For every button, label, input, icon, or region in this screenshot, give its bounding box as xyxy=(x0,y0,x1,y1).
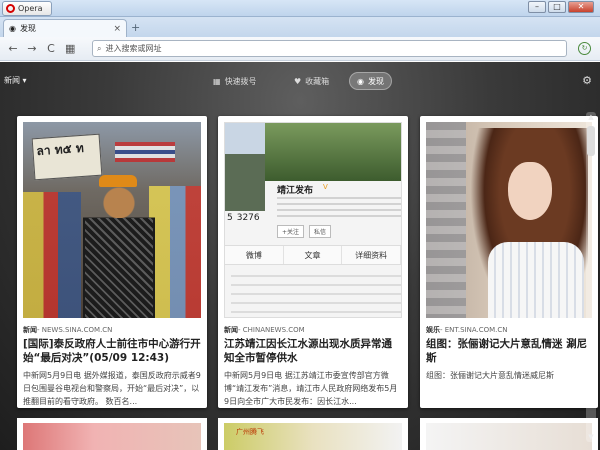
category-label: 新闻 xyxy=(4,76,20,85)
card-category: 新闻 xyxy=(224,326,238,334)
scroll-up-icon[interactable]: ▲ xyxy=(586,112,596,122)
news-photo xyxy=(426,423,592,450)
tab-bar: ◉ 发现 × + xyxy=(0,17,600,37)
card-source: 娱乐- ENT.SINA.COM.CN xyxy=(426,325,592,335)
news-card-partial[interactable] xyxy=(420,418,598,450)
page-scrollbar[interactable]: ▲ ▼ xyxy=(586,112,596,442)
category-dropdown[interactable]: 新闻 ▾ xyxy=(4,75,27,86)
thai-flag xyxy=(115,142,175,162)
heart-icon: ♥ xyxy=(294,76,302,86)
discover-label: 发现 xyxy=(367,76,384,86)
speed-dial-label: 快速拨号 xyxy=(224,76,257,86)
weibo-tab: 文章 xyxy=(284,246,343,264)
navigation-toolbar: ← → C ▦ ⌕ ↻ xyxy=(0,37,600,61)
window-controls: – □ ✕ xyxy=(528,1,594,13)
app-name: Opera xyxy=(18,4,43,13)
maximize-button[interactable]: □ xyxy=(548,1,566,13)
weibo-avatar xyxy=(225,123,265,211)
news-card[interactable]: 娱乐- ENT.SINA.COM.CN 组图：张俪谢记大片意乱情迷 涮尼斯 组图… xyxy=(420,116,598,408)
grid-icon: ▦ xyxy=(213,76,221,86)
crowd-shape xyxy=(149,186,201,318)
address-bar[interactable]: ⌕ xyxy=(92,40,567,57)
eye-icon: ◉ xyxy=(9,24,16,33)
message-button: 私信 xyxy=(309,225,332,238)
verified-icon: V xyxy=(323,183,328,191)
weibo-tabs: 微博 文章 详细资料 xyxy=(225,245,401,265)
new-tab-button[interactable]: + xyxy=(131,21,140,34)
news-card[interactable]: 靖江发布 V 5 3276 +关注 私信 微博 文章 详细资料 新闻- CHIN… xyxy=(218,116,408,408)
news-photo xyxy=(23,423,201,450)
card-source-domain: - NEWS.SINA.COM.CN xyxy=(37,326,113,334)
building-shape xyxy=(426,122,466,318)
tab-discover[interactable]: ◉ 发现 × xyxy=(3,19,127,37)
search-icon: ⌕ xyxy=(97,43,102,53)
news-photo: ลา ท๕ ท xyxy=(23,122,201,318)
card-source: 新闻- NEWS.SINA.COM.CN xyxy=(23,325,201,335)
card-source: 新闻- CHINANEWS.COM xyxy=(224,325,402,335)
weibo-stats: 5 3276 xyxy=(225,213,269,235)
protester-shirt xyxy=(85,218,153,318)
news-card-partial[interactable] xyxy=(17,418,207,450)
sync-icon[interactable]: ↻ xyxy=(578,42,591,55)
card-excerpt: 组图：张俪谢记大片意乱情迷威尼斯 xyxy=(426,371,554,380)
scrollbar-thumb[interactable] xyxy=(587,126,595,156)
forward-button[interactable]: → xyxy=(27,42,37,55)
speed-dial-icon[interactable]: ▦ xyxy=(65,42,75,55)
chevron-down-icon: ▾ xyxy=(22,76,27,85)
clothing-shape xyxy=(488,242,584,318)
card-excerpt: 中新网5月9日电 据江苏靖江市委宣传部官方微博“靖江发布”消息，靖江市人民政府网… xyxy=(224,371,398,406)
card-excerpt: 中新网5月9日电 据外媒报道，泰国反政府示威者9日包围曼谷电视台和警察局，开始“… xyxy=(23,371,201,406)
weibo-description xyxy=(277,197,401,219)
card-source-domain: - ENT.SINA.COM.CN xyxy=(440,326,508,334)
stash-tab[interactable]: ♥ 收藏箱 xyxy=(287,72,336,90)
weibo-buttons: +关注 私信 xyxy=(277,225,332,238)
card-source-domain: - CHINANEWS.COM xyxy=(238,326,305,334)
card-title[interactable]: 组图：张俪谢记大片意乱情迷 涮尼斯 xyxy=(426,337,592,365)
weibo-tab: 微博 xyxy=(225,246,284,264)
opera-menu-button[interactable]: Opera xyxy=(2,1,52,16)
gear-icon[interactable]: ⚙ xyxy=(582,74,592,87)
news-photo: 广州腾飞 xyxy=(224,423,402,450)
card-title[interactable]: [国际]泰反政府人士前往市中心游行开始“最后对决”(05/09 12:43) xyxy=(23,337,201,365)
news-card-partial[interactable]: 广州腾飞 xyxy=(218,418,408,450)
scroll-down-icon[interactable]: ▼ xyxy=(586,432,596,442)
address-input[interactable] xyxy=(105,44,546,53)
minimize-button[interactable]: – xyxy=(528,1,546,13)
protester-hat xyxy=(99,175,137,187)
discover-tab[interactable]: ◉ 发现 xyxy=(349,72,392,90)
weibo-stat: 3276 xyxy=(236,213,260,223)
weibo-name: 靖江发布 xyxy=(277,186,314,196)
news-card[interactable]: ลา ท๕ ท 新闻- NEWS.SINA.COM.CN [国际]泰反政府人士前… xyxy=(17,116,207,408)
opera-logo-icon xyxy=(6,4,15,13)
tab-title: 发现 xyxy=(19,24,36,33)
speed-dial-tab[interactable]: ▦ 快速拨号 xyxy=(206,72,264,90)
window-titlebar: Opera – □ ✕ xyxy=(0,0,600,17)
card-category: 新闻 xyxy=(23,326,37,334)
tab-close-icon[interactable]: × xyxy=(113,24,121,34)
close-window-button[interactable]: ✕ xyxy=(568,1,594,13)
reload-button[interactable]: C xyxy=(46,42,56,55)
eye-icon: ◉ xyxy=(357,76,364,86)
weibo-tab: 详细资料 xyxy=(342,246,401,264)
card-category: 娱乐 xyxy=(426,326,440,334)
back-button[interactable]: ← xyxy=(8,42,18,55)
discover-page: 新闻 ▾ ▦ 快速拨号 ♥ 收藏箱 ◉ 发现 ⚙ ลา ท๕ ท 新闻- NEW… xyxy=(0,62,600,450)
discover-header: 新闻 ▾ ▦ 快速拨号 ♥ 收藏箱 ◉ 发现 ⚙ xyxy=(0,62,600,100)
crowd-shape xyxy=(23,192,81,318)
photo-caption: 广州腾飞 xyxy=(236,428,264,436)
weibo-post-text xyxy=(231,275,401,315)
news-photo: 靖江发布 V 5 3276 +关注 私信 微博 文章 详细资料 xyxy=(224,122,402,318)
weibo-stat: 5 xyxy=(227,213,233,223)
card-title[interactable]: 江苏靖江因长江水源出现水质异常通知全市暂停供水 xyxy=(224,337,402,365)
stash-label: 收藏箱 xyxy=(305,76,330,86)
protest-sign: ลา ท๕ ท xyxy=(31,133,103,181)
face-shape xyxy=(508,162,552,220)
news-photo xyxy=(426,122,592,318)
follow-button: +关注 xyxy=(277,225,305,238)
